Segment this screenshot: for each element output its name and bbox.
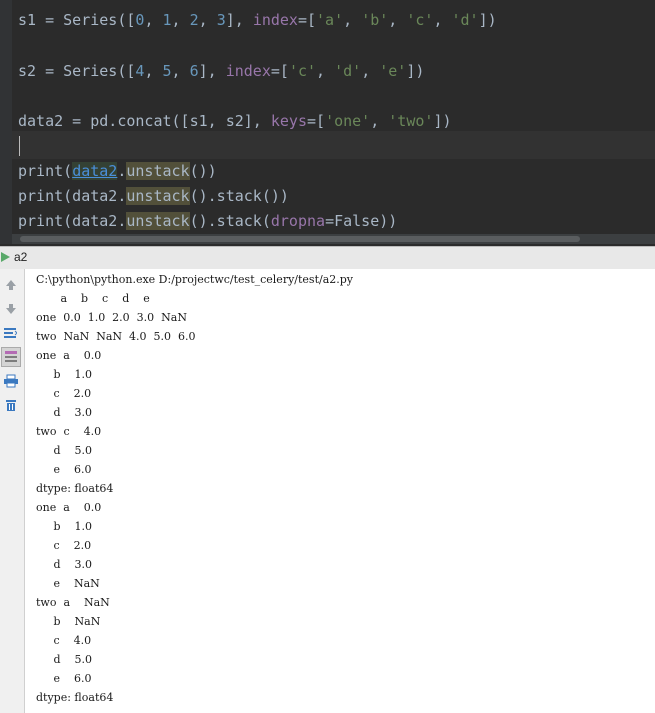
console-line: two c 4.0 (36, 425, 102, 438)
code-line-4[interactable]: print(data2.unstack()) (18, 159, 217, 183)
console-line: C:\python\python.exe D:/projectwc/test_c… (36, 273, 354, 286)
console-line: b 1.0 (36, 368, 93, 381)
console-line: b NaN (36, 615, 101, 628)
run-tab-label[interactable]: a2 (14, 248, 27, 266)
rerun-up-icon[interactable] (1, 275, 21, 295)
console-line: dtype: float64 (36, 691, 114, 704)
console-line: two a NaN (36, 596, 110, 609)
code-line-1[interactable]: s1 = Series([0, 1, 2, 3], index=['a', 'b… (18, 8, 497, 32)
python-run-icon (1, 252, 10, 262)
trash-icon[interactable] (1, 395, 21, 415)
console-line: c 4.0 (36, 634, 92, 647)
console-line: a b c d e (36, 292, 150, 305)
console-line: d 5.0 (36, 444, 93, 457)
console-output[interactable]: C:\python\python.exe D:/projectwc/test_c… (25, 269, 655, 713)
console-line: e NaN (36, 577, 100, 590)
text-caret (19, 136, 20, 156)
current-line-highlight (12, 131, 655, 159)
console-line: one 0.0 1.0 2.0 3.0 NaN (36, 311, 187, 324)
console-line: d 5.0 (36, 653, 93, 666)
console-line: two NaN NaN 4.0 5.0 6.0 (36, 330, 196, 343)
code-line-3[interactable]: data2 = pd.concat([s1, s2], keys=['one',… (18, 109, 452, 133)
editor-gutter[interactable] (0, 0, 12, 244)
scroll-to-end-icon[interactable] (1, 347, 21, 367)
console-line: dtype: float64 (36, 482, 114, 495)
console-line: c 2.0 (36, 539, 92, 552)
code-line-6[interactable]: print(data2.unstack().stack(dropna=False… (18, 209, 397, 233)
horizontal-scrollbar-thumb[interactable] (20, 236, 580, 242)
console-line: one a 0.0 (36, 349, 102, 362)
console-line: e 6.0 (36, 463, 92, 476)
code-line-2[interactable]: s2 = Series([4, 5, 6], index=['c', 'd', … (18, 59, 424, 83)
console-line: b 1.0 (36, 520, 93, 533)
print-icon[interactable] (1, 371, 21, 391)
down-arrow-icon[interactable] (1, 299, 21, 319)
run-tool-window-header (0, 246, 655, 270)
console-line: e 6.0 (36, 672, 92, 685)
code-editor[interactable]: s1 = Series([0, 1, 2, 3], index=['a', 'b… (0, 0, 655, 244)
console-line: c 2.0 (36, 387, 92, 400)
console-line: one a 0.0 (36, 501, 102, 514)
run-toolbar (0, 269, 25, 713)
soft-wrap-icon[interactable] (1, 323, 21, 343)
code-line-5[interactable]: print(data2.unstack().stack()) (18, 184, 289, 208)
console-line: d 3.0 (36, 406, 93, 419)
console-line: d 3.0 (36, 558, 93, 571)
